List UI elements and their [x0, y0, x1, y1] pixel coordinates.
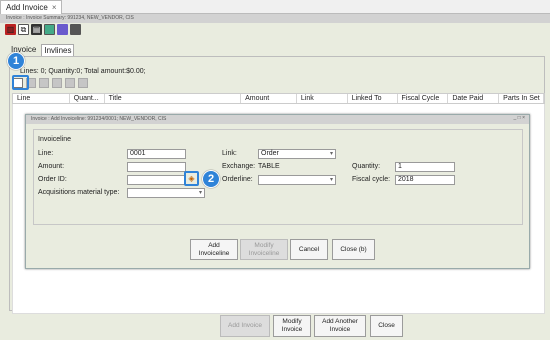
- fiscal-cycle-label: Fiscal cycle:: [352, 176, 391, 183]
- orderid-label: Order ID:: [38, 176, 67, 183]
- link-value: Order: [261, 150, 279, 157]
- col-fiscal-cycle[interactable]: Fiscal Cycle: [398, 94, 449, 103]
- stack-icon[interactable]: ▤: [31, 24, 42, 35]
- modify-invoiceline-button[interactable]: Modify Invoiceline: [240, 239, 288, 260]
- col-linked-to[interactable]: Linked To: [348, 94, 398, 103]
- group-label: Invoiceline: [38, 136, 72, 143]
- col-line[interactable]: Line: [13, 94, 70, 103]
- exchange-value: TABLE: [258, 163, 280, 170]
- delete-line-icon: [78, 78, 88, 88]
- export-icon[interactable]: [57, 24, 68, 35]
- col-quantity[interactable]: Quant...: [70, 94, 105, 103]
- add-invoiceline-button[interactable]: Add Invoiceline: [190, 239, 238, 260]
- folder-icon[interactable]: [44, 24, 55, 35]
- col-title[interactable]: Title: [105, 94, 242, 103]
- orderid-field[interactable]: [127, 175, 186, 185]
- callout-badge-2: 2: [202, 170, 220, 188]
- orderline-label: Orderline:: [222, 176, 253, 183]
- lines-summary: Lines: 0; Quantity:0; Total amount:$0.00…: [20, 68, 146, 75]
- link-label: Link:: [222, 150, 237, 157]
- line-label: Line:: [38, 150, 54, 157]
- window-controls[interactable]: _ □ ×: [514, 115, 526, 121]
- search-order-icon[interactable]: ◈: [184, 171, 199, 186]
- add-another-invoice-button[interactable]: Add Another Invoice: [314, 315, 366, 337]
- dialog-title: Invoice : Add Invoiceline: 991234/0001; …: [26, 115, 529, 124]
- quantity-field[interactable]: 1: [395, 162, 455, 172]
- highlight-add-line: [12, 75, 29, 90]
- col-amount[interactable]: Amount: [241, 94, 297, 103]
- col-link[interactable]: Link: [297, 94, 348, 103]
- invoice-icon[interactable]: ▥: [5, 24, 16, 35]
- trash-icon[interactable]: [70, 24, 81, 35]
- close-dialog-button[interactable]: Close (b): [332, 239, 375, 260]
- col-date-paid[interactable]: Date Paid: [448, 94, 500, 103]
- window-title: Invoice : Invoice Summary: 991234, NEW_V…: [0, 14, 550, 23]
- line-field[interactable]: 0001: [127, 149, 186, 159]
- col-parts-in-set[interactable]: Parts In Set: [499, 94, 544, 103]
- link-icon: [52, 78, 62, 88]
- add-invoice-button[interactable]: Add Invoice: [220, 315, 270, 337]
- main-toolbar: ▥ ⧉ ▤: [5, 24, 81, 36]
- chevron-down-icon: ▾: [198, 190, 202, 196]
- modify-invoice-button[interactable]: Modify Invoice: [273, 315, 311, 337]
- orderline-select[interactable]: ▾: [258, 175, 336, 185]
- invlines-table-header: Line Quant... Title Amount Link Linked T…: [12, 93, 545, 104]
- close-button[interactable]: Close: [370, 315, 403, 337]
- fiscal-cycle-field[interactable]: 2018: [395, 175, 455, 185]
- tab-bar: [0, 0, 550, 14]
- acq-type-label: Acquisitions material type:: [38, 189, 120, 196]
- edit-line-icon: [65, 78, 75, 88]
- tab-title: Add Invoice: [6, 3, 48, 12]
- amount-field[interactable]: [127, 162, 186, 172]
- link-select[interactable]: Order ▾: [258, 149, 336, 159]
- tab-add-invoice[interactable]: Add Invoice ×: [0, 0, 63, 14]
- close-icon[interactable]: ×: [52, 3, 57, 12]
- chevron-down-icon: ▾: [329, 177, 333, 183]
- chevron-down-icon: ▾: [329, 151, 333, 157]
- callout-badge-1: 1: [7, 52, 25, 70]
- copy-icon[interactable]: ⧉: [18, 24, 29, 35]
- copy-line-icon: [39, 78, 49, 88]
- acq-type-select[interactable]: ▾: [127, 188, 205, 198]
- exchange-label: Exchange:: [222, 163, 256, 170]
- cancel-button[interactable]: Cancel: [290, 239, 328, 260]
- amount-label: Amount:: [38, 163, 65, 170]
- quantity-label: Quantity:: [352, 163, 381, 170]
